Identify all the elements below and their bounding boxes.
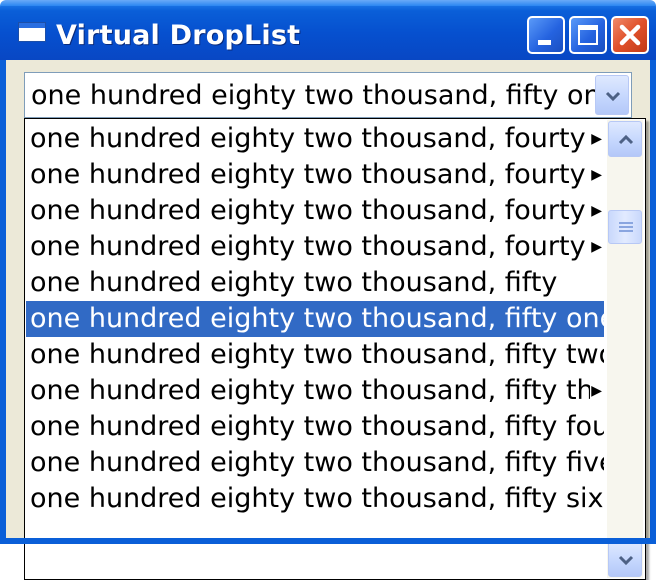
list-item[interactable]: one hundred eighty two thousand, fifty t… — [26, 373, 604, 409]
droplist-combo[interactable]: one hundred eighty two thousand, fifty o… — [24, 72, 632, 118]
thumb-grip — [619, 230, 633, 232]
list-item[interactable]: one hundred eighty two thousand, fourty … — [26, 229, 604, 265]
list-item[interactable]: one hundred eighty two thousand, fifty f… — [26, 445, 604, 481]
list-item[interactable]: one hundred eighty two thousand, fourty … — [26, 121, 604, 157]
list-item-selected[interactable]: one hundred eighty two thousand, fifty o… — [26, 301, 604, 337]
triangle-right-icon: ▶ — [591, 383, 602, 399]
title-bar[interactable]: Virtual DropList — [0, 0, 656, 60]
thumb-grip — [619, 222, 633, 224]
close-button[interactable] — [611, 16, 649, 54]
list-item[interactable]: one hundred eighty two thousand, fourty … — [26, 157, 604, 193]
dropdown-list[interactable]: one hundred eighty two thousand, fourty … — [26, 121, 604, 517]
maximize-button[interactable] — [569, 16, 607, 54]
triangle-right-icon: ▶ — [591, 203, 602, 219]
window-title: Virtual DropList — [56, 20, 301, 51]
minimize-icon — [538, 40, 551, 45]
scroll-up-button[interactable] — [608, 121, 642, 157]
list-item[interactable]: one hundred eighty two thousand, fifty f… — [26, 409, 604, 445]
chevron-down-icon — [618, 555, 634, 566]
window-icon[interactable] — [18, 22, 46, 42]
maximize-icon — [578, 25, 598, 45]
vertical-scrollbar[interactable] — [607, 120, 643, 578]
app-window: Virtual DropList one hundred eighty two … — [0, 0, 656, 580]
thumb-grip — [619, 226, 633, 228]
dropdown-list-popup: one hundred eighty two thousand, fourty … — [24, 118, 646, 580]
client-area: one hundred eighty two thousand, fifty o… — [6, 60, 650, 580]
chevron-down-icon — [605, 91, 621, 102]
chevron-up-icon — [618, 134, 634, 145]
close-icon — [619, 24, 641, 46]
list-item[interactable]: one hundred eighty two thousand, fourty … — [26, 193, 604, 229]
triangle-right-icon: ▶ — [591, 239, 602, 255]
window-frame-bottom — [0, 538, 656, 544]
combo-value: one hundred eighty two thousand, fifty o… — [31, 80, 618, 111]
triangle-right-icon: ▶ — [591, 131, 602, 147]
scroll-down-button[interactable] — [608, 541, 642, 577]
list-item[interactable]: one hundred eighty two thousand, fifty t… — [26, 337, 604, 373]
scrollbar-thumb[interactable] — [608, 210, 642, 244]
list-item[interactable]: one hundred eighty two thousand, fifty — [26, 265, 604, 301]
combo-dropdown-button[interactable] — [595, 75, 629, 115]
minimize-button[interactable] — [527, 16, 565, 54]
triangle-right-icon: ▶ — [591, 167, 602, 183]
list-item[interactable]: one hundred eighty two thousand, fifty s… — [26, 481, 604, 517]
